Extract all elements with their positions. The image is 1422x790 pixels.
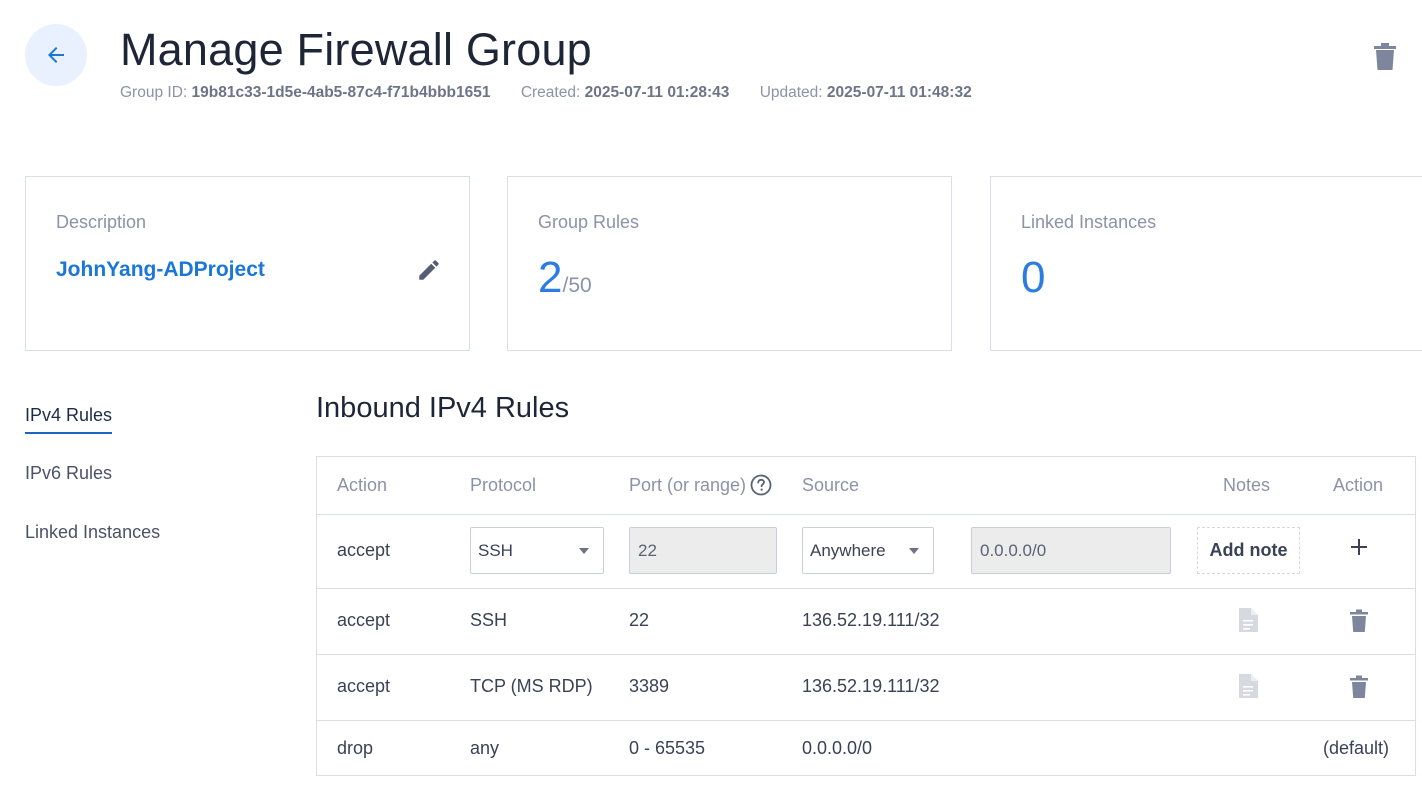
default-rule-row: drop any 0 - 65535 0.0.0.0/0 (default) (317, 721, 1415, 776)
header-notes: Notes (1223, 475, 1271, 495)
header-port: Port (or range) (629, 474, 772, 496)
header-protocol: Protocol (470, 475, 537, 495)
trash-icon (1350, 609, 1368, 632)
linked-instances-card: Linked Instances 0 (990, 176, 1422, 351)
new-rule-row: accept SSH 22 Anywhere 0.0.0.0/0 Add not… (317, 515, 1415, 589)
page-title: Manage Firewall Group (120, 24, 592, 75)
rule-source: 136.52.19.111/32 (802, 676, 940, 696)
rule-protocol: SSH (470, 610, 508, 630)
add-rule-button[interactable] (1349, 537, 1369, 557)
document-icon (1239, 608, 1258, 632)
table-row: accept SSH 22 136.52.19.111/32 (317, 589, 1415, 655)
rule-action: accept (337, 610, 391, 630)
rules-table: Action Protocol Port (or range) Source N… (316, 456, 1416, 776)
updated-value: 2025-07-11 01:48:32 (826, 84, 972, 101)
rule-protocol: TCP (MS RDP) (470, 676, 593, 696)
pencil-icon (419, 260, 439, 280)
trash-icon (1374, 43, 1396, 70)
default-rule-source: 0.0.0.0/0 (802, 738, 873, 758)
table-row: accept TCP (MS RDP) 3389 136.52.19.111/3… (317, 655, 1415, 721)
group-rules-max: /50 (562, 274, 592, 297)
document-icon (1239, 674, 1258, 698)
description-card: Description JohnYang-ADProject (25, 176, 470, 351)
new-rule-action: accept (337, 540, 391, 560)
note-button[interactable] (1237, 673, 1259, 699)
note-button[interactable] (1237, 607, 1259, 633)
header-source: Source (802, 475, 860, 495)
edit-description-button[interactable] (416, 257, 442, 283)
group-id-value: 19b81c33-1d5e-4ab5-87c4-f71b4bbb1651 (191, 84, 491, 101)
description-value: JohnYang-ADProject (56, 258, 265, 281)
section-title: Inbound IPv4 Rules (316, 392, 570, 424)
rule-port: 3389 (629, 676, 670, 696)
table-header: Action Protocol Port (or range) Source N… (317, 457, 1415, 515)
delete-rule-button[interactable] (1349, 675, 1369, 699)
side-nav-ipv6-rules[interactable]: IPv6 Rules (25, 463, 112, 484)
plus-icon (1351, 539, 1367, 555)
protocol-select[interactable]: SSH (470, 527, 604, 574)
group-meta: Group ID: 19b81c33-1d5e-4ab5-87c4-f71b4b… (120, 84, 998, 102)
created-value: 2025-07-11 01:28:43 (584, 84, 730, 101)
default-rule-protocol: any (470, 738, 500, 758)
updated-label: Updated: (759, 84, 823, 101)
side-nav-linked-instances[interactable]: Linked Instances (25, 522, 160, 543)
chevron-down-icon (579, 548, 589, 554)
header-action: Action (337, 475, 388, 495)
source-type-select[interactable]: Anywhere (802, 527, 934, 574)
default-rule-action: drop (337, 738, 374, 758)
header-action-2: Action (1333, 475, 1384, 495)
created-label: Created: (520, 84, 581, 101)
trash-icon (1350, 675, 1368, 698)
rule-port: 22 (629, 610, 650, 630)
arrow-left-icon (48, 47, 64, 63)
side-nav-ipv4-rules[interactable]: IPv4 Rules (25, 405, 113, 434)
help-icon[interactable] (750, 474, 772, 496)
back-button[interactable] (25, 24, 87, 86)
source-type-select-value: Anywhere (810, 540, 886, 560)
source-value-input[interactable]: 0.0.0.0/0 (971, 527, 1171, 574)
delete-rule-button[interactable] (1349, 609, 1369, 633)
description-label: Description (56, 212, 147, 232)
default-rule-port: 0 - 65535 (629, 738, 706, 758)
rule-action: accept (337, 676, 391, 696)
group-id-label: Group ID: (120, 84, 188, 101)
linked-instances-label: Linked Instances (1021, 212, 1157, 232)
rule-source: 136.52.19.111/32 (802, 610, 940, 630)
group-rules-count-value: 2 (538, 253, 563, 302)
linked-instances-count: 0 (1021, 253, 1046, 302)
protocol-select-value: SSH (478, 540, 513, 560)
group-rules-card: Group Rules 2/50 (507, 176, 952, 351)
header-port-label: Port (or range) (629, 475, 747, 495)
port-input[interactable]: 22 (629, 527, 777, 574)
add-note-button[interactable]: Add note (1197, 527, 1300, 574)
default-rule-note: (default) (1323, 738, 1390, 758)
delete-group-button[interactable] (1372, 42, 1398, 72)
chevron-down-icon (909, 548, 919, 554)
group-rules-count: 2/50 (538, 253, 592, 303)
group-rules-label: Group Rules (538, 212, 640, 232)
